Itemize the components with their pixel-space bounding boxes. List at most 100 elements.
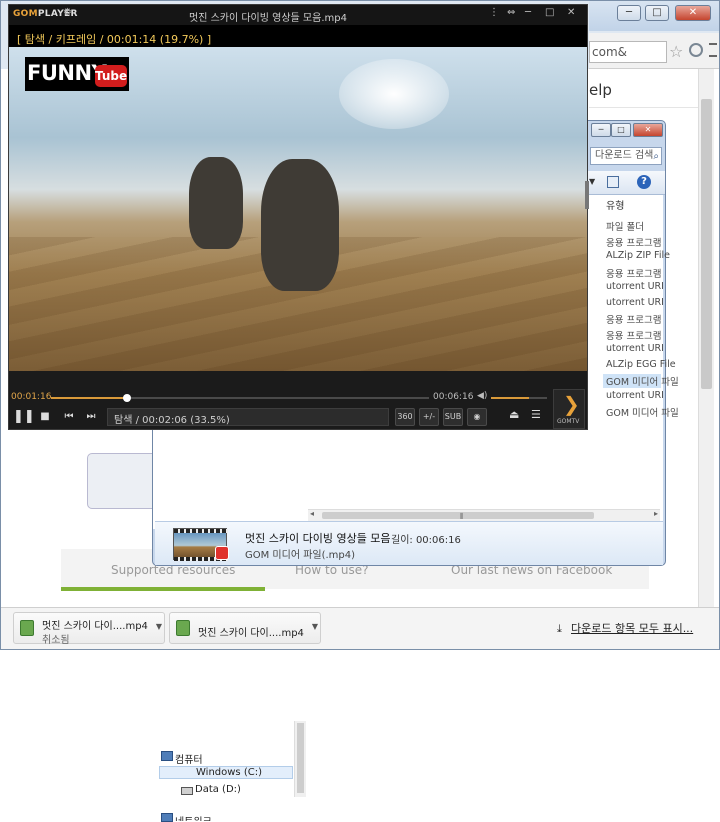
type-column: 유형 파일 폴더 응용 프로그램 ALZip ZIP File 응용 프로그램 … (603, 195, 679, 505)
seek-handle[interactable] (122, 394, 131, 402)
page-panel (87, 453, 161, 509)
nav-scrollbar-thumb[interactable] (297, 723, 304, 793)
bookmark-star-icon[interactable]: ☆ (669, 42, 683, 61)
preview-pane-icon[interactable] (607, 176, 619, 188)
details-filename: 멋진 스카이 다이빙 영상들 모음 (245, 532, 391, 545)
file-type-cell: GOM 미디어 파일 (606, 408, 679, 419)
volume-icon[interactable]: ◀) (477, 391, 487, 401)
details-filetype: GOM 미디어 파일(.mp4) (245, 550, 356, 561)
speed-adjust-button[interactable]: +/- (419, 408, 439, 426)
explorer-close-button[interactable]: ✕ (633, 123, 663, 137)
gomtv-button[interactable]: ❯ GOMTV (553, 389, 585, 429)
pause-icon[interactable]: ❚❚ (13, 408, 35, 426)
globe-icon[interactable] (689, 43, 703, 57)
file-type-cell: 응용 프로그램 (606, 315, 662, 326)
resize-handle[interactable] (585, 181, 589, 209)
seek-track[interactable] (51, 394, 429, 402)
video-file-icon (176, 620, 190, 636)
osd-seek-info: [ 탐색 / 키프레임 / 00:01:14 (19.7%) ] (17, 33, 212, 46)
close-icon[interactable]: ✕ (567, 7, 575, 18)
status-text: 탐색 / 00:02:06 (33.5%) (114, 415, 230, 426)
file-type-cell: ALZip EGG File (606, 359, 676, 370)
details-pane: 멋진 스카이 다이빙 영상들 모음 길이: 00:06:16 GOM 미디어 파… (155, 521, 663, 565)
page-scrollbar[interactable] (698, 69, 714, 607)
chevron-down-icon[interactable]: ▼ (589, 177, 595, 186)
sun-glare (339, 59, 449, 129)
file-type-cell: 응용 프로그램 (606, 269, 662, 280)
control-bar: ❚❚ ■ ⏮ ⏭ 탐색 / 00:02:06 (33.5%) 360 +/- S… (9, 405, 587, 429)
explorer-maximize-button[interactable]: □ (611, 123, 631, 137)
browser-titlebar: ─ □ ✕ (589, 1, 719, 31)
horizontal-scrollbar-thumb[interactable]: ⦀ (322, 512, 594, 521)
chevron-left-icon[interactable]: ◂ (310, 509, 314, 518)
seek-progress-fill (51, 397, 127, 399)
nav-item-computer[interactable]: 컴퓨터 (175, 751, 203, 766)
previous-icon[interactable]: ⏮ (61, 408, 77, 426)
file-type-cell-selected[interactable]: GOM 미디어 파일 (603, 374, 679, 388)
download-item[interactable]: 멋진 스카이 다이....mp4 ▼ (169, 612, 321, 644)
gear-icon[interactable]: ⚙ (63, 7, 72, 18)
explorer-minimize-button[interactable]: ─ (591, 123, 611, 137)
video-file-icon (20, 620, 34, 636)
search-icon[interactable]: ⌕ (653, 149, 659, 165)
type-column-header[interactable]: 유형 (606, 197, 624, 212)
file-type-cell: utorrent URI (606, 297, 664, 308)
subtitle-button[interactable]: SUB (443, 408, 463, 426)
horizontal-scrollbar[interactable]: ◂ ⦀ ▸ (308, 509, 660, 521)
video-area[interactable]: [ 탐색 / 키프레임 / 00:01:14 (19.7%) ] FUNNY T… (9, 25, 587, 371)
gom-file-badge-icon (215, 546, 229, 560)
minimize-icon[interactable]: ─ (525, 7, 531, 18)
volume-level-fill (491, 397, 530, 399)
camera-icon[interactable]: ◉ (467, 408, 487, 426)
download-arrow-icon: ⤓ (557, 622, 562, 635)
stop-icon[interactable]: ■ (37, 408, 53, 426)
funnytube-logo: FUNNY Tube (25, 57, 129, 91)
help-link[interactable]: elp (589, 81, 612, 99)
show-all-downloads-link[interactable]: ⤓ 다운로드 항목 모두 표시... (557, 620, 693, 636)
chevron-down-icon[interactable]: ▼ (312, 622, 318, 631)
nav-item-drive-d[interactable]: Data (D:) (195, 784, 241, 795)
seek-bar[interactable]: 00:01:16 00:06:16 ◀) (9, 391, 587, 405)
active-tab-indicator (61, 587, 265, 591)
chevron-right-icon: ❯ (563, 392, 580, 416)
mini-mode-icon[interactable]: ⋮ (489, 7, 499, 18)
maximize-icon[interactable]: □ (545, 7, 554, 18)
360-view-button[interactable]: 360 (395, 408, 415, 426)
address-bar[interactable]: com& (589, 41, 667, 63)
always-on-top-icon[interactable]: ⇔ (507, 7, 515, 18)
divider (589, 107, 699, 108)
menu-icon[interactable] (709, 43, 717, 57)
file-type-cell: ALZip ZIP File (606, 250, 670, 261)
page-scrollbar-thumb[interactable] (701, 99, 712, 389)
chevron-right-icon[interactable]: ▸ (654, 509, 658, 518)
skydiver-figure (261, 159, 339, 291)
gomtv-label: GOMTV (557, 418, 580, 425)
file-type-cell: 파일 폴더 (606, 222, 644, 233)
browser-close-button[interactable]: ✕ (675, 5, 711, 21)
logo-gom: GOM (13, 9, 38, 19)
browser-minimize-button[interactable]: ─ (617, 5, 641, 21)
file-type-cell: 응용 프로그램 (606, 331, 662, 342)
next-icon[interactable]: ⏭ (83, 408, 99, 426)
nav-item-network[interactable]: 네트워크 (175, 813, 212, 821)
search-input[interactable]: 다운로드 검색 ⌕ (590, 147, 662, 165)
logo-tube-badge: Tube (95, 65, 127, 87)
nav-item-drive-c[interactable]: Windows (C:) (159, 766, 293, 779)
help-icon[interactable]: ? (637, 175, 651, 189)
player-filename: 멋진 스카이 다이빙 영상들 모음.mp4 (189, 13, 347, 24)
player-titlebar[interactable]: GOMPLAYER ⚙ 멋진 스카이 다이빙 영상들 모음.mp4 ⋮ ⇔ ─ … (9, 5, 587, 25)
playlist-icon[interactable]: ☰ (531, 408, 541, 421)
eject-icon[interactable]: ⏏ (509, 408, 519, 421)
browser-maximize-button[interactable]: □ (645, 5, 669, 21)
volume-slider[interactable] (491, 397, 547, 399)
file-type-cell: utorrent URI (606, 281, 664, 292)
explorer-command-bar: ▼ ? (587, 171, 665, 195)
chevron-down-icon[interactable]: ▼ (156, 622, 162, 631)
current-time: 00:01:16 (11, 392, 52, 402)
search-placeholder: 다운로드 검색 (595, 150, 654, 161)
download-item[interactable]: 멋진 스카이 다이....mp4 취소됨 ▼ (13, 612, 165, 646)
nav-scrollbar[interactable] (294, 721, 306, 797)
total-time: 00:06:16 (433, 392, 474, 402)
network-icon (161, 813, 173, 822)
file-type-cell: 응용 프로그램 (606, 238, 662, 249)
